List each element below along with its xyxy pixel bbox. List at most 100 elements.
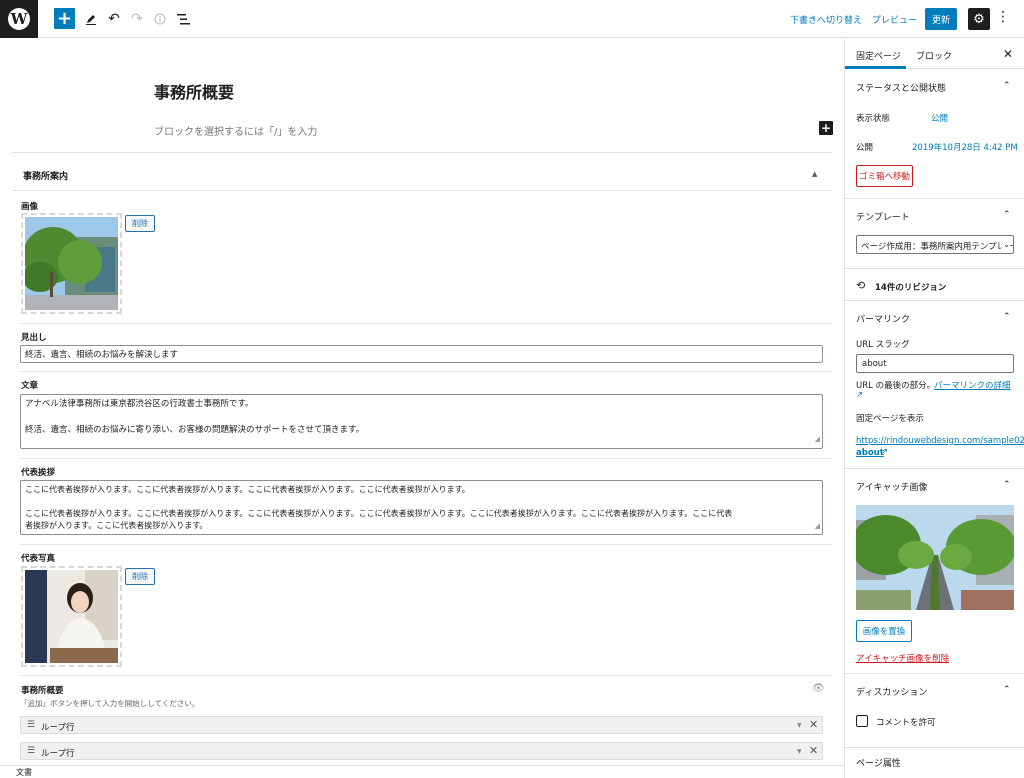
drag-handle-icon[interactable]: ☰ <box>27 746 35 756</box>
textarea-line: ここに代表者挨拶が入ります。ここに代表者挨拶が入ります。ここに代表者挨拶が入りま… <box>25 509 733 518</box>
overview-field-label: 事務所概要 <box>21 686 64 696</box>
close-icon[interactable]: ✕ <box>1003 47 1013 61</box>
pencil-icon[interactable] <box>80 8 102 30</box>
breadcrumb-footer: 文書 <box>0 765 844 778</box>
visibility-value[interactable]: 公開 <box>931 112 948 124</box>
wordpress-logo-icon[interactable]: W <box>0 0 38 38</box>
overview-hint: 「追加」ボタンを押して入力を開始ししてください。 <box>20 699 200 708</box>
active-tab-indicator <box>845 66 906 69</box>
block-placeholder[interactable]: ブロックを選択するには「/」を入力 <box>154 123 317 138</box>
heading-input[interactable]: 終活、遺言、相続のお悩みを解決します <box>20 345 823 363</box>
chevron-up-icon[interactable]: ⌃ <box>1003 210 1011 220</box>
featured-image-thumbnail[interactable] <box>856 505 1014 610</box>
chevron-up-icon[interactable]: ⌃ <box>1003 480 1011 490</box>
divider <box>20 458 832 459</box>
list-view-icon[interactable] <box>172 8 194 30</box>
loop-row-label: ループ行 <box>41 723 75 733</box>
allow-comments-label: コメントを許可 <box>876 718 936 728</box>
office-building-photo <box>22 217 118 310</box>
template-selected-value: ページ作成用：事務所案内用テンプレート <box>861 242 1014 252</box>
tab-page[interactable]: 固定ページ <box>856 49 901 62</box>
divider <box>20 323 832 324</box>
visibility-label: 表示状態 <box>856 114 891 124</box>
page-title[interactable]: 事務所概要 <box>154 79 234 103</box>
discussion-panel-title[interactable]: ディスカッション <box>856 685 927 698</box>
move-to-trash-button[interactable]: ゴミ箱へ移動 <box>856 165 913 187</box>
loop-row[interactable]: ☰ ループ行 ▼ ✕ <box>20 742 823 760</box>
textarea-line: 者挨拶が入ります。ここに代表者挨拶が入ります。 <box>25 521 208 530</box>
office-info-metabox: 事務所案内 ▲ 画像 削除 見出し 終活、遺言、相続のお悩みを解決します 文章 <box>12 152 832 765</box>
url-slug-input[interactable]: about <box>856 354 1014 373</box>
loop-row[interactable]: ☰ ループ行 ▼ ✕ <box>20 716 823 734</box>
top-toolbar: W + ↶ ↷ 下書きへ切り替え プレビュー 更新 ⚙ ⋮ <box>0 0 1024 38</box>
settings-gear-icon[interactable]: ⚙ <box>968 8 990 30</box>
text-field-label: 文章 <box>21 381 39 391</box>
eye-icon[interactable]: 👁 <box>812 683 825 694</box>
divider <box>845 747 1024 748</box>
sidebar-tabs: 固定ページ ブロック ✕ <box>845 39 1024 69</box>
photo-field-label: 代表写真 <box>21 554 56 564</box>
permalink-panel-title[interactable]: パーマリンク <box>856 312 910 325</box>
status-panel-title[interactable]: ステータスと公開状態 <box>856 81 946 94</box>
info-icon[interactable] <box>149 8 171 30</box>
publish-date[interactable]: 2019年10月28日 4:42 PM <box>912 141 1018 153</box>
external-link-icon[interactable]: ↗ <box>856 390 863 400</box>
tab-block[interactable]: ブロック <box>916 49 952 62</box>
delete-photo-button[interactable]: 削除 <box>125 568 155 585</box>
textarea-line: 終活、遺言、相続のお悩みに寄り添い、お客様の問題解決のサポートをさせて頂きます。 <box>25 425 365 435</box>
remove-row-icon[interactable]: ✕ <box>809 718 818 731</box>
collapse-toggle-icon[interactable]: ▲ <box>812 170 817 178</box>
representative-photo[interactable] <box>21 566 122 667</box>
chevron-down-icon: ⌄ <box>1001 240 1010 249</box>
page-attributes-panel-title[interactable]: ページ属性 <box>856 756 901 769</box>
remove-row-icon[interactable]: ✕ <box>809 744 818 757</box>
remove-featured-image-link[interactable]: アイキャッチ画像を削除 <box>856 652 949 664</box>
template-select[interactable]: ページ作成用：事務所案内用テンプレート ⌄ <box>856 235 1014 254</box>
switch-to-draft-button[interactable]: 下書きへ切り替え <box>790 13 862 26</box>
drag-handle-icon[interactable]: ☰ <box>27 720 35 730</box>
add-block-button[interactable]: + <box>54 8 75 29</box>
resize-handle-icon[interactable]: ◢ <box>815 520 820 532</box>
resize-handle-icon[interactable]: ◢ <box>815 433 820 446</box>
office-image[interactable] <box>21 213 122 314</box>
loop-row-label: ループ行 <box>41 749 75 759</box>
more-options-icon[interactable]: ⋮ <box>996 9 1010 25</box>
delete-image-button[interactable]: 削除 <box>125 215 155 232</box>
textarea-line: ここに代表者挨拶が入ります。ここに代表者挨拶が入ります。ここに代表者挨拶が入りま… <box>25 485 470 494</box>
breadcrumb-document[interactable]: 文書 <box>16 767 32 778</box>
undo-icon[interactable]: ↶ <box>103 8 125 30</box>
text-textarea[interactable]: アナベル法律事務所は東京都渋谷区の行政書士事務所です。 終活、遺言、相続のお悩み… <box>20 394 823 449</box>
url-hint: URL の最後の部分。 <box>856 381 936 391</box>
chevron-up-icon[interactable]: ⌃ <box>1003 312 1011 322</box>
divider <box>845 673 1024 674</box>
inline-add-block-button[interactable]: + <box>819 121 833 135</box>
divider <box>20 544 832 545</box>
update-button[interactable]: 更新 <box>925 8 957 30</box>
replace-image-button[interactable]: 画像を置換 <box>856 620 912 642</box>
metabox-title: 事務所案内 <box>23 172 69 182</box>
settings-sidebar: 固定ページ ブロック ✕ ステータスと公開状態 ⌃ 表示状態 公開 公開 201… <box>844 39 1024 778</box>
allow-comments-checkbox[interactable] <box>856 715 868 727</box>
greeting-textarea[interactable]: ここに代表者挨拶が入ります。ここに代表者挨拶が入ります。ここに代表者挨拶が入りま… <box>20 480 823 535</box>
greeting-field-label: 代表挨拶 <box>21 468 56 478</box>
permalink-details-link[interactable]: パーマリンクの詳細 <box>934 379 1011 391</box>
textarea-line: アナベル法律事務所は東京都渋谷区の行政書士事務所です。 <box>25 399 254 409</box>
publish-label: 公開 <box>856 143 874 153</box>
template-panel-title[interactable]: テンプレート <box>856 210 910 223</box>
preview-button[interactable]: プレビュー <box>872 13 917 26</box>
expand-arrow-icon[interactable]: ▼ <box>797 722 802 729</box>
chevron-up-icon[interactable]: ⌃ <box>1003 81 1011 91</box>
view-page-url-line2[interactable]: about <box>856 448 884 458</box>
metabox-header[interactable]: 事務所案内 ▲ <box>12 153 832 191</box>
redo-icon[interactable]: ↷ <box>126 8 148 30</box>
editor-canvas: 事務所概要 ブロックを選択するには「/」を入力 + 事務所案内 ▲ 画像 削除 … <box>0 39 844 765</box>
chevron-up-icon[interactable]: ⌃ <box>1003 685 1011 695</box>
revisions-link[interactable]: 14件のリビジョン <box>875 281 946 293</box>
expand-arrow-icon[interactable]: ▼ <box>797 748 802 755</box>
featured-image-panel-title[interactable]: アイキャッチ画像 <box>856 480 928 493</box>
divider <box>845 198 1024 199</box>
view-page-url-line1[interactable]: https://rindouwebdesign.com/sample02/ <box>856 436 1024 446</box>
external-link-icon[interactable]: ↗ <box>881 447 888 457</box>
url-slug-label: URL スラッグ <box>856 340 910 350</box>
divider <box>845 268 1024 269</box>
